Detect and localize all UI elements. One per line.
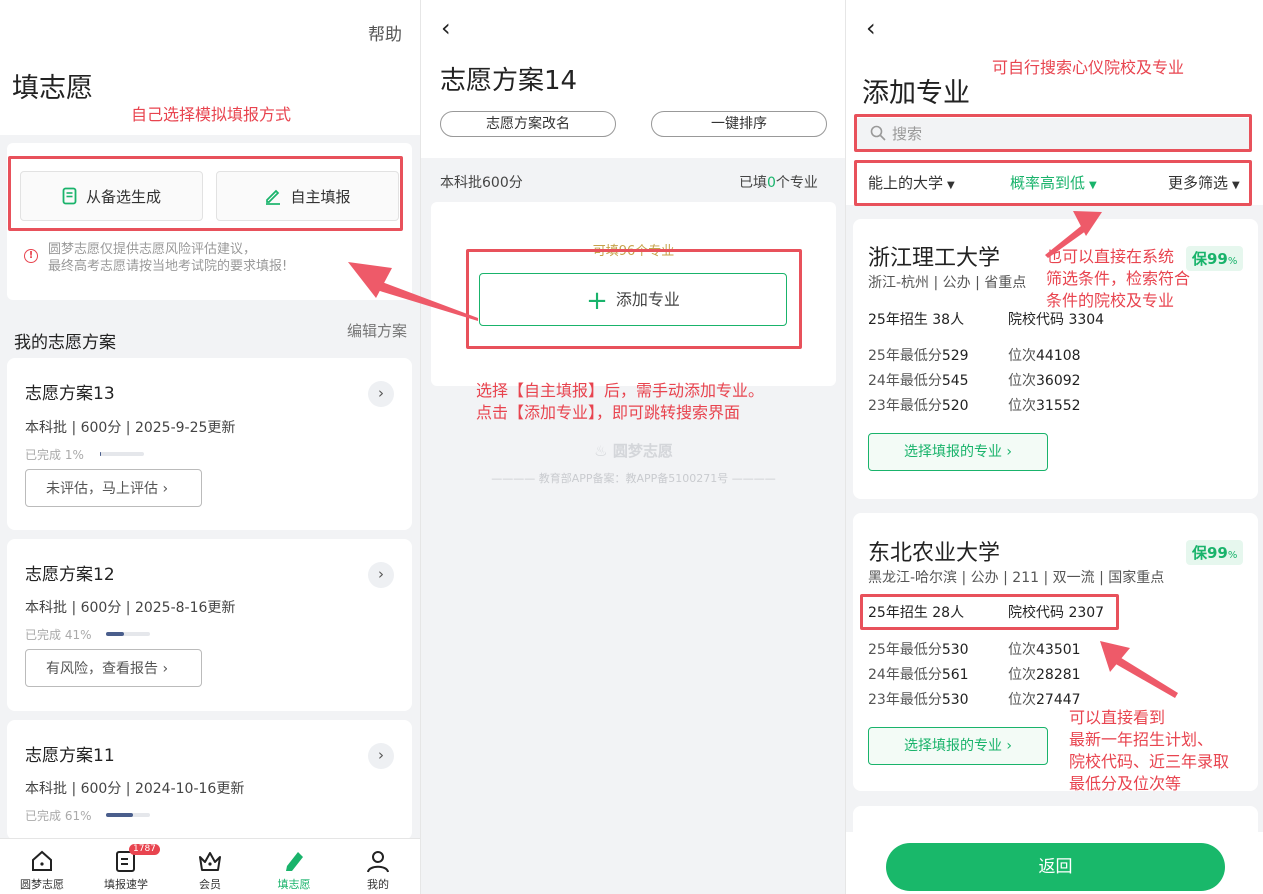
arrow-to-self-fill [348,262,478,321]
arrow-to-filters [1045,211,1102,258]
annotation-arrows [348,211,1178,698]
arrow-to-enrollment [1100,641,1178,698]
